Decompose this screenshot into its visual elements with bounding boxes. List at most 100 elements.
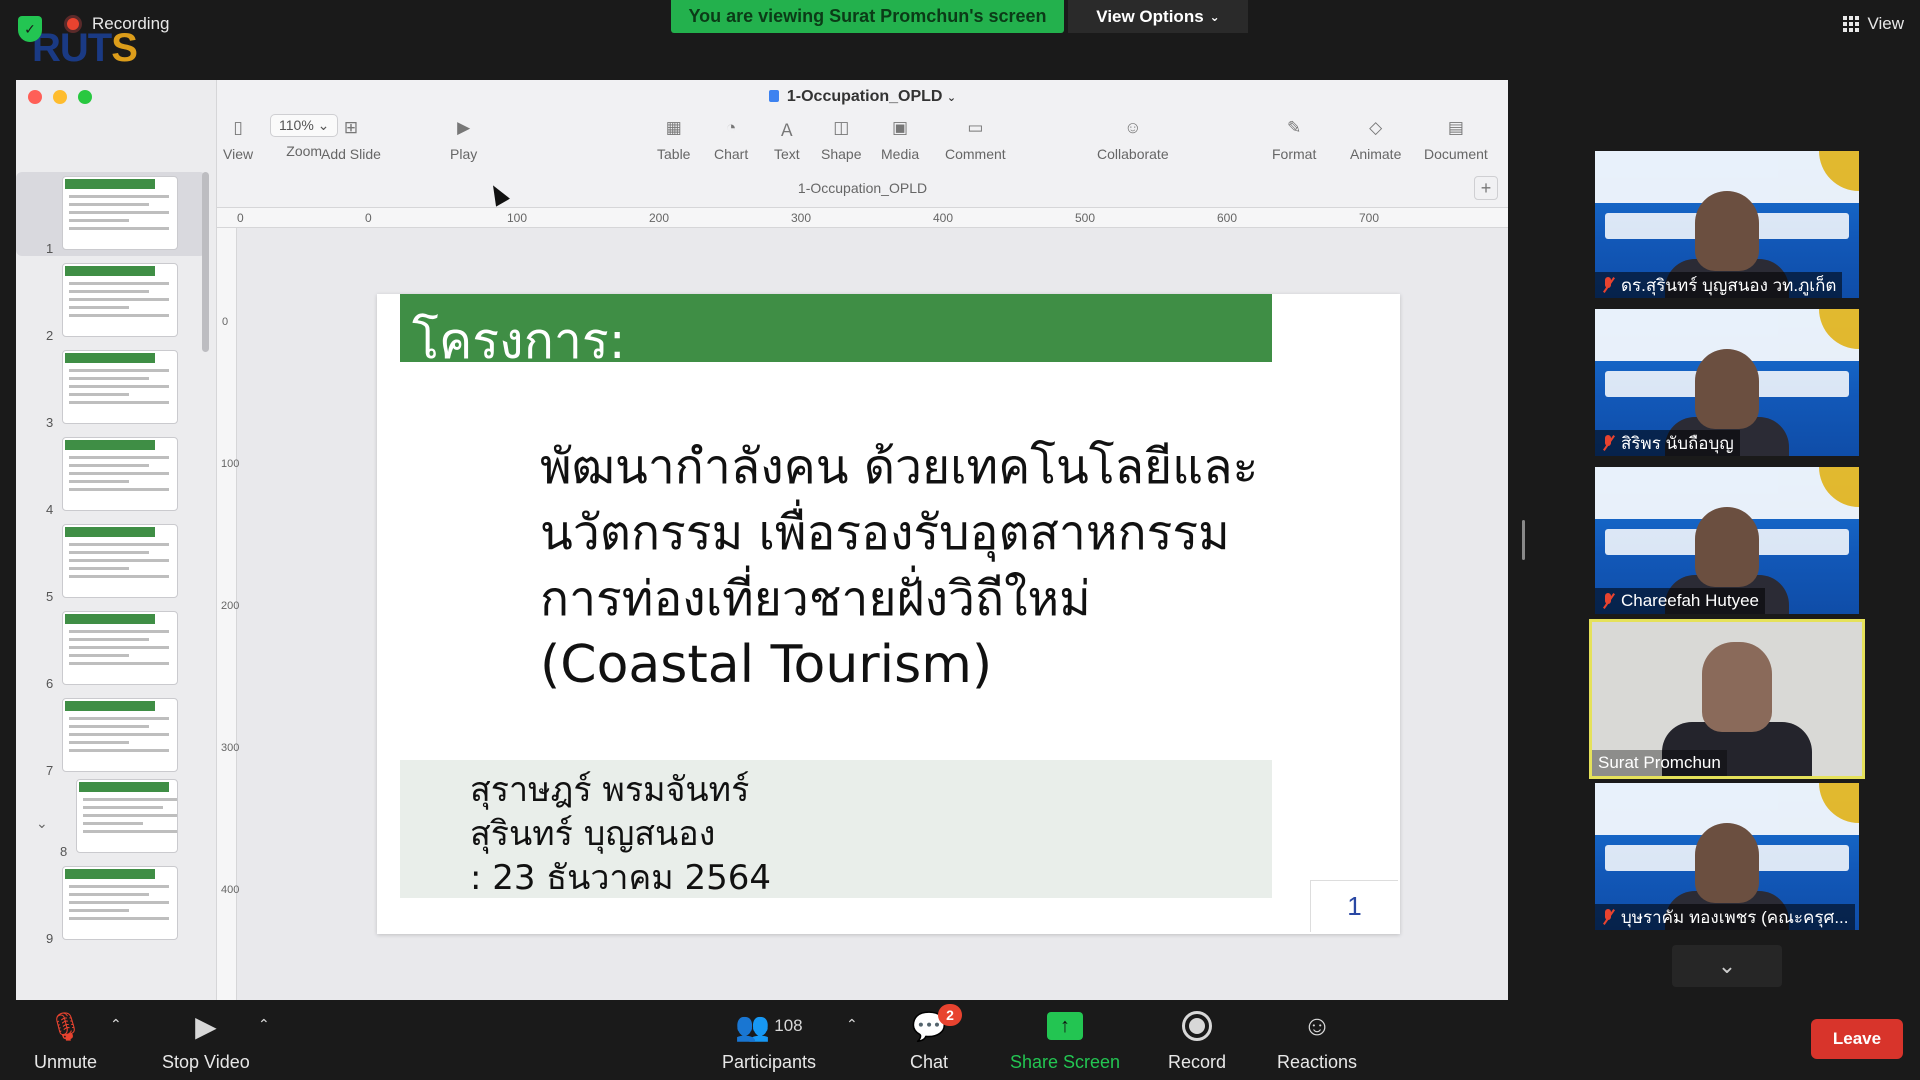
- slide-thumbnail-preview: [76, 779, 178, 853]
- reactions-button[interactable]: ☺ Reactions: [1277, 1008, 1357, 1073]
- slide-number: 6: [46, 676, 54, 691]
- participant-face: [1695, 823, 1759, 903]
- participants-chevron-up-icon[interactable]: ⌃: [846, 1016, 858, 1033]
- toolbar-label: Format: [1272, 146, 1317, 162]
- microphone-muted-icon: [1601, 276, 1615, 294]
- navigator-scrollbar[interactable]: [202, 172, 209, 352]
- toolbar-format-button[interactable]: ✎ Format: [1272, 118, 1316, 162]
- video-options-chevron-up-icon[interactable]: ⌃: [258, 1016, 270, 1033]
- participant-name: Surat Promchun: [1598, 753, 1721, 772]
- share-screen-icon: ↑: [1047, 1008, 1084, 1044]
- sidebar-icon: ▯: [233, 118, 243, 137]
- ruler-tick: 400: [933, 211, 954, 225]
- toolbar-animate-button[interactable]: ◇ Animate: [1350, 118, 1401, 162]
- slide-thumbnail-6[interactable]: 6: [16, 607, 206, 691]
- microphone-muted-icon: 🎙: [47, 1010, 84, 1042]
- slide-thumbnail-7[interactable]: 7: [16, 694, 206, 778]
- toolbar-table-button[interactable]: ▦ Table: [657, 118, 690, 162]
- maximize-window-icon[interactable]: [78, 90, 92, 104]
- chart-icon: ◔: [725, 118, 737, 137]
- slide-thumbnail-9[interactable]: 9: [16, 862, 206, 946]
- slide-number: 3: [46, 415, 54, 430]
- participant-face: [1702, 642, 1772, 732]
- slide-thumbnail-preview: [62, 698, 178, 772]
- document-tab-title: 1-Occupation_OPLD: [797, 180, 928, 196]
- toolbar-collaborate-button[interactable]: ☺ Collaborate: [1097, 118, 1169, 162]
- keynote-canvas-area: 1-Occupation_OPLD ⌄ ▯ View 110% ⌄ Zoom ⊞ Ad…: [217, 80, 1508, 1000]
- slide-thumbnail-3[interactable]: 3: [16, 346, 206, 430]
- leave-meeting-button[interactable]: Leave: [1811, 1019, 1903, 1059]
- close-window-icon[interactable]: [28, 90, 42, 104]
- minimize-window-icon[interactable]: [53, 90, 67, 104]
- slide-title-bar: โครงการ:: [400, 294, 1272, 370]
- participant-face: [1695, 191, 1759, 271]
- document-icon-small: [768, 90, 779, 102]
- slide-thumbnail-preview: [62, 611, 178, 685]
- participant-video-tile[interactable]: Surat Promchun: [1589, 619, 1865, 779]
- unmute-label: Unmute: [34, 1052, 98, 1072]
- toolbar-comment-button[interactable]: ▭ Comment: [945, 118, 1006, 162]
- view-options-label: View Options: [1096, 6, 1204, 26]
- participant-video-tile[interactable]: สิริพร นับถือบุญ: [1595, 309, 1859, 456]
- ruler-tick: 400: [221, 884, 240, 896]
- stop-video-button[interactable]: ▶ Stop Video: [162, 1008, 250, 1073]
- slide-thumbnail-5[interactable]: 5: [16, 520, 206, 604]
- slide-thumbnail-preview: [62, 263, 178, 337]
- play-icon: ▶: [457, 118, 471, 137]
- chat-unread-badge: 2: [938, 1004, 962, 1026]
- date-line: : 23 ธันวาคม 2564: [470, 858, 772, 898]
- chevron-down-icon: ⌄: [1209, 9, 1220, 24]
- toolbar-label: Comment: [945, 146, 1006, 162]
- record-label: Record: [1168, 1052, 1227, 1072]
- slide-number: 8: [60, 844, 68, 859]
- toolbar-label: Add Slide: [321, 146, 381, 162]
- animate-icon: ◇: [1369, 118, 1383, 137]
- toolbar-label: Shape: [821, 146, 862, 162]
- toolbar-chart-button[interactable]: ◔ Chart: [714, 118, 748, 162]
- share-screen-button[interactable]: ↑ Share Screen: [1010, 1008, 1120, 1073]
- toolbar-document-button[interactable]: ▤ Document: [1424, 118, 1488, 162]
- media-icon: ▣: [892, 118, 909, 137]
- participants-button[interactable]: 👥 108 Participants: [722, 1008, 816, 1073]
- participants-label: Participants: [722, 1052, 817, 1072]
- slide-thumbnail-1[interactable]: 1: [16, 172, 206, 256]
- unmute-button[interactable]: 🎙 Unmute: [34, 1008, 97, 1073]
- add-slide-icon: ⊞: [343, 118, 359, 137]
- recording-dot-icon: [64, 15, 82, 33]
- slide-thumbnail-preview: [62, 866, 178, 940]
- slide-navigator: 1 2 3 4 5 6 7 8 9 ⌄: [16, 80, 217, 1000]
- panel-resize-handle[interactable]: [1522, 520, 1525, 560]
- security-shield-icon[interactable]: ✓: [18, 16, 42, 42]
- group-collapse-chevron-icon[interactable]: ⌄: [36, 815, 48, 832]
- audio-options-chevron-up-icon[interactable]: ⌃: [110, 1016, 122, 1033]
- current-slide[interactable]: โครงการ: พัฒนากำลังคน ด้วยเทคโนโลยีและ น…: [377, 294, 1400, 934]
- participant-video-tile[interactable]: ดร.สุรินทร์ บุญสนอง วท.ภูเก็ต: [1595, 151, 1859, 298]
- slide-thumbnail-preview: [62, 176, 178, 250]
- view-label: View: [1867, 14, 1904, 33]
- document-title[interactable]: 1-Occupation_OPLD ⌄: [217, 88, 1508, 106]
- toolbar-view-button[interactable]: ▯ View: [223, 118, 253, 162]
- toolbar-add-slide-button[interactable]: ⊞ Add Slide: [321, 118, 381, 162]
- slide-body-english: (Coastal Tourism): [540, 635, 993, 695]
- zoom-meeting-window: RUTS ✓ Recording You are viewing Surat P…: [0, 0, 1920, 1080]
- chat-label: Chat: [910, 1052, 949, 1072]
- record-button[interactable]: Record: [1168, 1008, 1226, 1073]
- slide-authors: สุราษฎร์ พรมจันทร์ สุรินทร์ บุญสนอง : 23…: [470, 768, 771, 900]
- view-layout-button[interactable]: View: [1843, 14, 1904, 34]
- slide-thumbnail-4[interactable]: 4: [16, 433, 206, 517]
- view-options-button[interactable]: View Options ⌄: [1068, 0, 1248, 33]
- slide-number: 1: [46, 241, 54, 256]
- recording-indicator[interactable]: Recording: [64, 14, 170, 34]
- toolbar-shape-button[interactable]: ◫ Shape: [821, 118, 861, 162]
- add-tab-icon[interactable]: +: [1474, 176, 1498, 200]
- toolbar-play-button[interactable]: ▶ Play: [450, 118, 477, 162]
- slide-thumbnail-preview: [62, 524, 178, 598]
- toolbar-text-button[interactable]: Ａ Text: [774, 118, 800, 163]
- slide-thumbnail-2[interactable]: 2: [16, 259, 206, 343]
- slide-number: 4: [46, 502, 54, 517]
- ruler-tick: 200: [221, 600, 240, 612]
- participant-video-tile[interactable]: Chareefah Hutyee: [1595, 467, 1859, 614]
- participant-video-tile[interactable]: บุษราคัม ทองเพชร (คณะครุศ...: [1595, 783, 1859, 930]
- more-participants-chevron-down-icon[interactable]: ⌄: [1672, 945, 1782, 987]
- toolbar-media-button[interactable]: ▣ Media: [881, 118, 919, 162]
